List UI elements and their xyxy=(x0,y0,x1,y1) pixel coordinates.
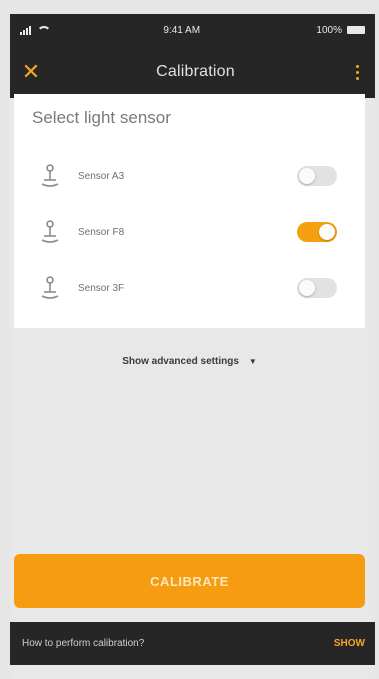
wifi-icon xyxy=(37,26,51,34)
status-time: 9:41 AM xyxy=(163,24,201,36)
status-right: 100% xyxy=(316,25,365,36)
snackbar: How to perform calibration? SHOW xyxy=(10,622,375,665)
snackbar-show-button[interactable]: SHOW xyxy=(334,638,365,649)
sensor-row-3f[interactable]: Sensor 3F xyxy=(32,260,347,316)
sensor-label: Sensor 3F xyxy=(78,282,125,294)
advanced-label: Show advanced settings xyxy=(122,356,239,367)
more-vertical-icon[interactable] xyxy=(347,59,367,85)
light-sensor-icon xyxy=(41,276,59,299)
sensor-a3-toggle[interactable] xyxy=(297,166,337,186)
light-sensor-icon xyxy=(41,220,59,243)
close-button[interactable]: ✕ xyxy=(18,59,44,85)
battery-level: 100% xyxy=(316,24,342,36)
sensor-f8-toggle[interactable] xyxy=(297,222,337,242)
signal-icon xyxy=(20,25,31,35)
sensor-row-f8[interactable]: Sensor F8 xyxy=(32,204,347,260)
sensor-row-a3[interactable]: Sensor A3 xyxy=(32,148,347,204)
caret-down-icon: ▼ xyxy=(248,357,257,366)
app-bar: ✕ Calibration xyxy=(10,46,375,98)
snackbar-message: How to perform calibration? xyxy=(22,638,145,649)
status-bar: 9:41 AM 100% xyxy=(10,14,375,46)
calibrate-button[interactable]: CALIBRATE xyxy=(14,554,365,608)
page-title: Calibration xyxy=(156,63,235,80)
sensor-panel-title: Select light sensor xyxy=(32,108,171,127)
sensor-label: Sensor F8 xyxy=(78,226,125,238)
sensor-panel: Select light sensor Sensor A3 Sensor F8 … xyxy=(14,94,365,328)
status-left xyxy=(20,25,51,35)
close-icon: ✕ xyxy=(21,59,41,84)
sensor-label: Sensor A3 xyxy=(78,170,125,182)
light-sensor-icon xyxy=(41,164,59,187)
show-advanced-settings[interactable]: Show advanced settings ▼ xyxy=(14,356,365,367)
battery-icon xyxy=(347,26,365,34)
sensor-3f-toggle[interactable] xyxy=(297,278,337,298)
